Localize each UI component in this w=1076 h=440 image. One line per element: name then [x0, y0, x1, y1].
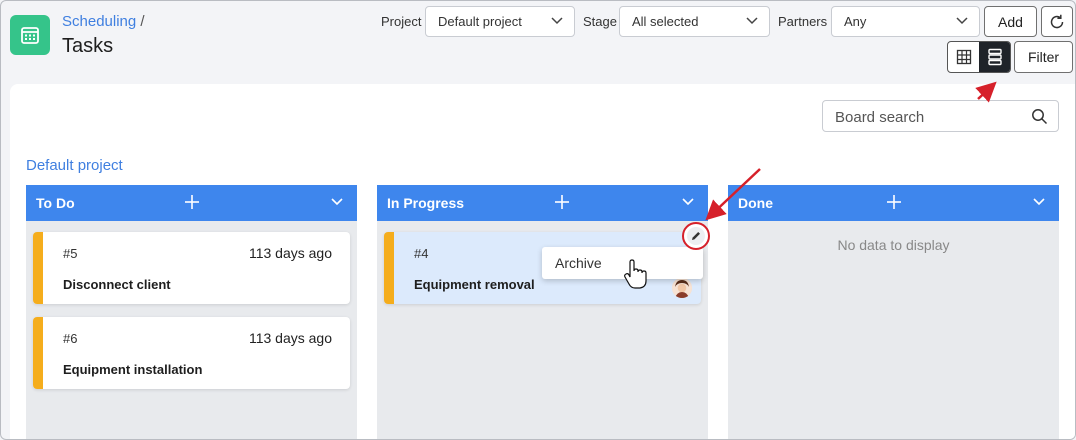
plus-icon[interactable] [886, 194, 902, 210]
grid-view-button[interactable] [948, 42, 979, 72]
card-time: 113 days ago [248, 245, 332, 261]
task-card[interactable]: #5 113 days ago Disconnect client [33, 232, 350, 304]
partners-filter-label: Partners [778, 14, 828, 29]
archive-menu-item[interactable]: Archive [555, 255, 602, 271]
card-title: Equipment installation [63, 362, 203, 377]
column-title: In Progress [387, 195, 465, 211]
stage-select[interactable]: All selected [619, 6, 770, 37]
chevron-down-icon [551, 17, 563, 25]
card-title: Equipment removal [414, 277, 535, 292]
chevron-down-icon[interactable] [331, 198, 343, 206]
project-select[interactable]: Default project [425, 6, 575, 37]
view-toggle [947, 41, 1011, 73]
avatar [672, 278, 692, 298]
column-in-progress: In Progress #4 Equipment removal [377, 185, 708, 439]
card-title: Disconnect client [63, 277, 171, 292]
project-title: Default project [26, 157, 123, 174]
edit-icon [692, 232, 700, 240]
breadcrumb-link-scheduling[interactable]: Scheduling [62, 13, 136, 30]
page-title: Tasks [62, 35, 114, 57]
card-time: 113 days ago [248, 330, 332, 346]
partners-select-value: Any [844, 14, 867, 29]
refresh-button[interactable] [1041, 6, 1073, 37]
list-view-icon [987, 48, 1002, 66]
chevron-down-icon[interactable] [682, 198, 694, 206]
column-title: Done [738, 195, 773, 211]
stage-select-value: All selected [632, 14, 699, 29]
card-number: #6 [63, 331, 78, 346]
column-header: To Do [26, 185, 357, 221]
card-priority-stripe [33, 317, 43, 389]
search-icon [1032, 109, 1048, 125]
column-title: To Do [36, 195, 75, 211]
card-number: #4 [414, 246, 429, 261]
card-number: #5 [63, 246, 78, 261]
chevron-down-icon[interactable] [1033, 198, 1045, 206]
project-select-value: Default project [438, 14, 522, 29]
card-context-menu: Archive [542, 247, 703, 279]
app-window: Scheduling / Tasks Project Default proje… [0, 0, 1076, 440]
column-header: Done [728, 185, 1059, 221]
plus-icon[interactable] [184, 194, 200, 210]
empty-state-text: No data to display [837, 237, 950, 253]
project-filter-label: Project [381, 14, 422, 29]
column-todo: To Do #5 113 days ago Disconnect client … [26, 185, 357, 439]
stage-filter-label: Stage [583, 14, 617, 29]
add-button[interactable]: Add [984, 6, 1037, 37]
calendar-icon [10, 15, 50, 55]
card-priority-stripe [33, 232, 43, 304]
grid-view-icon [956, 49, 971, 65]
board-view-button[interactable] [979, 42, 1010, 72]
board-search-input[interactable]: Board search [822, 100, 1059, 132]
card-edit-button[interactable] [682, 222, 710, 250]
column-done: Done No data to display [728, 185, 1059, 439]
filter-button[interactable]: Filter [1014, 41, 1073, 73]
refresh-icon [1050, 14, 1064, 28]
card-priority-stripe [384, 232, 394, 304]
chevron-down-icon [746, 17, 758, 25]
board-search-placeholder: Board search [835, 109, 925, 126]
breadcrumb: Scheduling / [62, 13, 145, 30]
chevron-down-icon [956, 17, 968, 25]
breadcrumb-separator: / [140, 13, 145, 30]
plus-icon[interactable] [554, 194, 570, 210]
column-header: In Progress [377, 185, 708, 221]
task-card[interactable]: #6 113 days ago Equipment installation [33, 317, 350, 389]
partners-select[interactable]: Any [831, 6, 980, 37]
